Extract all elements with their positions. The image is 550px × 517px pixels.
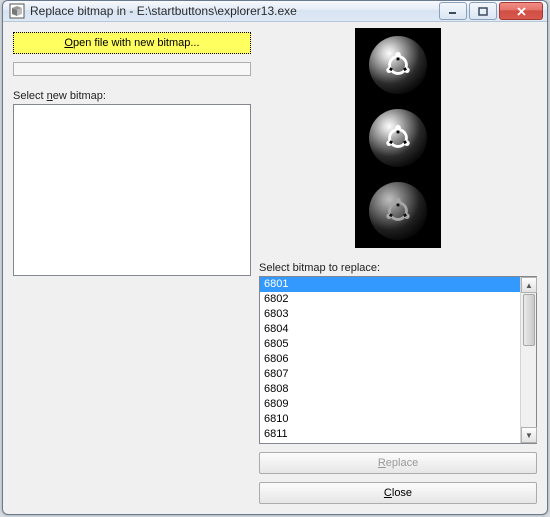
list-item[interactable]: 6811 xyxy=(260,427,520,442)
ubuntu-logo-icon xyxy=(383,123,413,153)
new-bitmap-listbox[interactable] xyxy=(13,104,251,276)
list-item[interactable]: 6807 xyxy=(260,367,520,382)
list-item[interactable]: 6801 xyxy=(260,277,520,292)
select-replace-bitmap-label: Select bitmap to replace: xyxy=(259,262,537,274)
open-file-button[interactable]: Open file with new bitmap... xyxy=(13,32,251,54)
list-item[interactable]: 6804 xyxy=(260,322,520,337)
orb-normal xyxy=(369,36,427,94)
right-column: Select bitmap to replace: 68016802680368… xyxy=(259,32,537,504)
close-button[interactable] xyxy=(499,2,543,20)
list-item[interactable]: 6810 xyxy=(260,412,520,427)
open-btn-post: pen file with new bitmap... xyxy=(73,37,200,49)
scroll-up-button[interactable]: ▲ xyxy=(521,277,537,293)
replace-btn-accel: R xyxy=(378,457,386,469)
bitmap-preview xyxy=(355,28,441,248)
maximize-button[interactable] xyxy=(469,2,497,20)
orb-pressed xyxy=(369,182,427,240)
list-item[interactable]: 6806 xyxy=(260,352,520,367)
scroll-down-button[interactable]: ▼ xyxy=(521,427,537,443)
vertical-scrollbar[interactable]: ▲ ▼ xyxy=(520,277,536,443)
close-icon xyxy=(516,7,527,16)
list-item[interactable]: 6805 xyxy=(260,337,520,352)
app-icon xyxy=(9,3,25,19)
close-dialog-button[interactable]: Close xyxy=(259,482,537,504)
open-btn-accel: O xyxy=(64,37,73,49)
list-item[interactable]: 6808 xyxy=(260,382,520,397)
orb-hover xyxy=(369,109,427,167)
window-buttons xyxy=(437,2,543,20)
list-item[interactable]: 6803 xyxy=(260,307,520,322)
close-btn-post: lose xyxy=(392,487,412,499)
select-new-bitmap-label: Select new bitmap: xyxy=(13,90,251,102)
progress-bar xyxy=(13,62,251,76)
replace-bitmap-listbox[interactable]: 6801680268036804680568066807680868096810… xyxy=(259,276,537,444)
minimize-icon xyxy=(448,7,458,15)
maximize-icon xyxy=(478,7,488,16)
list-item[interactable]: 6809 xyxy=(260,397,520,412)
replace-btn-post: eplace xyxy=(386,457,418,469)
window-title: Replace bitmap in - E:\startbuttons\expl… xyxy=(30,4,437,18)
titlebar[interactable]: Replace bitmap in - E:\startbuttons\expl… xyxy=(3,1,547,22)
left-column: Open file with new bitmap... Select new … xyxy=(13,32,251,504)
list-item[interactable]: 6802 xyxy=(260,292,520,307)
selnew-pre: Select xyxy=(13,90,47,102)
minimize-button[interactable] xyxy=(439,2,467,20)
ubuntu-logo-icon xyxy=(383,196,413,226)
dialog-window: Replace bitmap in - E:\startbuttons\expl… xyxy=(2,0,548,515)
close-btn-accel: C xyxy=(384,487,392,499)
replace-button[interactable]: Replace xyxy=(259,452,537,474)
ubuntu-logo-icon xyxy=(383,50,413,80)
scroll-thumb[interactable] xyxy=(523,294,535,346)
replace-bitmap-list-inner: 6801680268036804680568066807680868096810… xyxy=(260,277,520,443)
content-area: Open file with new bitmap... Select new … xyxy=(3,22,547,514)
selnew-post: ew bitmap: xyxy=(53,90,106,102)
